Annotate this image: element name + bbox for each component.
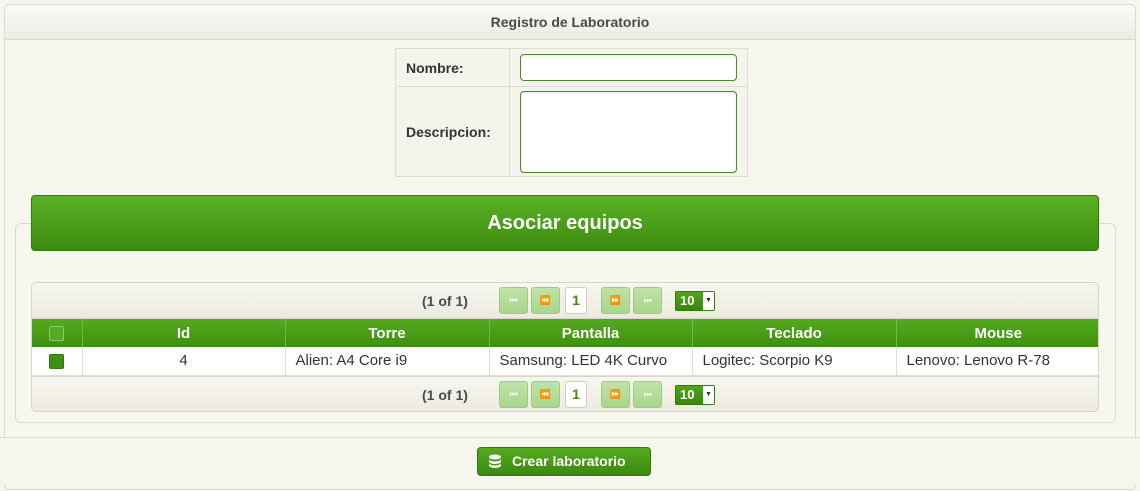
first-page-icon[interactable]: ⏮ xyxy=(499,287,528,314)
prev-page-icon[interactable]: ⏪ xyxy=(531,287,560,314)
page-report: (1 of 1) xyxy=(422,293,468,309)
last-page-icon[interactable]: ⏭ xyxy=(633,287,662,314)
chevron-down-icon: ▼ xyxy=(703,292,714,310)
equipment-table: Id Torre Pantalla Teclado Mouse 4 Alien:… xyxy=(32,319,1098,376)
cell-id: 4 xyxy=(82,347,286,376)
row-checkbox[interactable] xyxy=(49,353,65,369)
paginator-top: (1 of 1) ⏮ ⏪ 1 ⏩ ⏭ 10 ▼ xyxy=(32,283,1098,319)
page-report: (1 of 1) xyxy=(422,387,468,403)
descripcion-label: Descripcion: xyxy=(395,86,510,177)
column-header-teclado[interactable]: Teclado xyxy=(692,319,897,347)
equipment-section-toggle[interactable]: Asociar equipos xyxy=(31,195,1099,251)
last-page-icon[interactable]: ⏭ xyxy=(633,381,662,408)
rows-per-page-select[interactable]: 10 ▼ xyxy=(675,291,715,311)
select-all-checkbox[interactable] xyxy=(49,326,65,342)
rows-per-page-select[interactable]: 10 ▼ xyxy=(675,385,715,405)
chevron-down-icon: ▼ xyxy=(703,386,714,404)
nombre-label: Nombre: xyxy=(395,48,510,87)
rows-per-page-value: 10 xyxy=(680,293,695,308)
table-row[interactable]: 4 Alien: A4 Core i9 Samsung: LED 4K Curv… xyxy=(32,347,1098,376)
panel-title: Registro de Laboratorio xyxy=(5,5,1135,40)
cell-teclado: Logitec: Scorpio K9 xyxy=(692,347,897,376)
prev-page-icon[interactable]: ⏪ xyxy=(531,381,560,408)
column-header-pantalla[interactable]: Pantalla xyxy=(489,319,693,347)
next-page-icon[interactable]: ⏩ xyxy=(601,287,630,314)
select-all-header[interactable] xyxy=(32,319,83,347)
descripcion-textarea[interactable] xyxy=(520,90,737,173)
paginator-bottom: (1 of 1) ⏮ ⏪ 1 ⏩ ⏭ 10 ▼ xyxy=(32,376,1098,411)
page-number[interactable]: 1 xyxy=(565,287,587,314)
column-header-id[interactable]: Id xyxy=(82,319,286,347)
cell-torre: Alien: A4 Core i9 xyxy=(285,347,490,376)
rows-per-page-value: 10 xyxy=(680,387,695,402)
create-lab-label: Crear laboratorio xyxy=(512,453,626,469)
lab-form: Nombre: Descripcion: xyxy=(395,48,748,177)
page-number[interactable]: 1 xyxy=(565,381,587,408)
first-page-icon[interactable]: ⏮ xyxy=(499,381,528,408)
nombre-input[interactable] xyxy=(520,54,737,81)
create-lab-button[interactable]: Crear laboratorio xyxy=(477,447,651,476)
column-header-torre[interactable]: Torre xyxy=(285,319,490,347)
column-header-mouse[interactable]: Mouse xyxy=(896,319,1098,347)
cell-mouse: Lenovo: Lenovo R-78 xyxy=(896,347,1098,376)
database-icon xyxy=(489,454,501,468)
form-footer: Crear laboratorio xyxy=(0,437,1140,485)
equipment-datatable: (1 of 1) ⏮ ⏪ 1 ⏩ ⏭ 10 ▼ Id Torre Pantalla… xyxy=(31,282,1099,412)
cell-pantalla: Samsung: LED 4K Curvo xyxy=(489,347,693,376)
next-page-icon[interactable]: ⏩ xyxy=(601,381,630,408)
